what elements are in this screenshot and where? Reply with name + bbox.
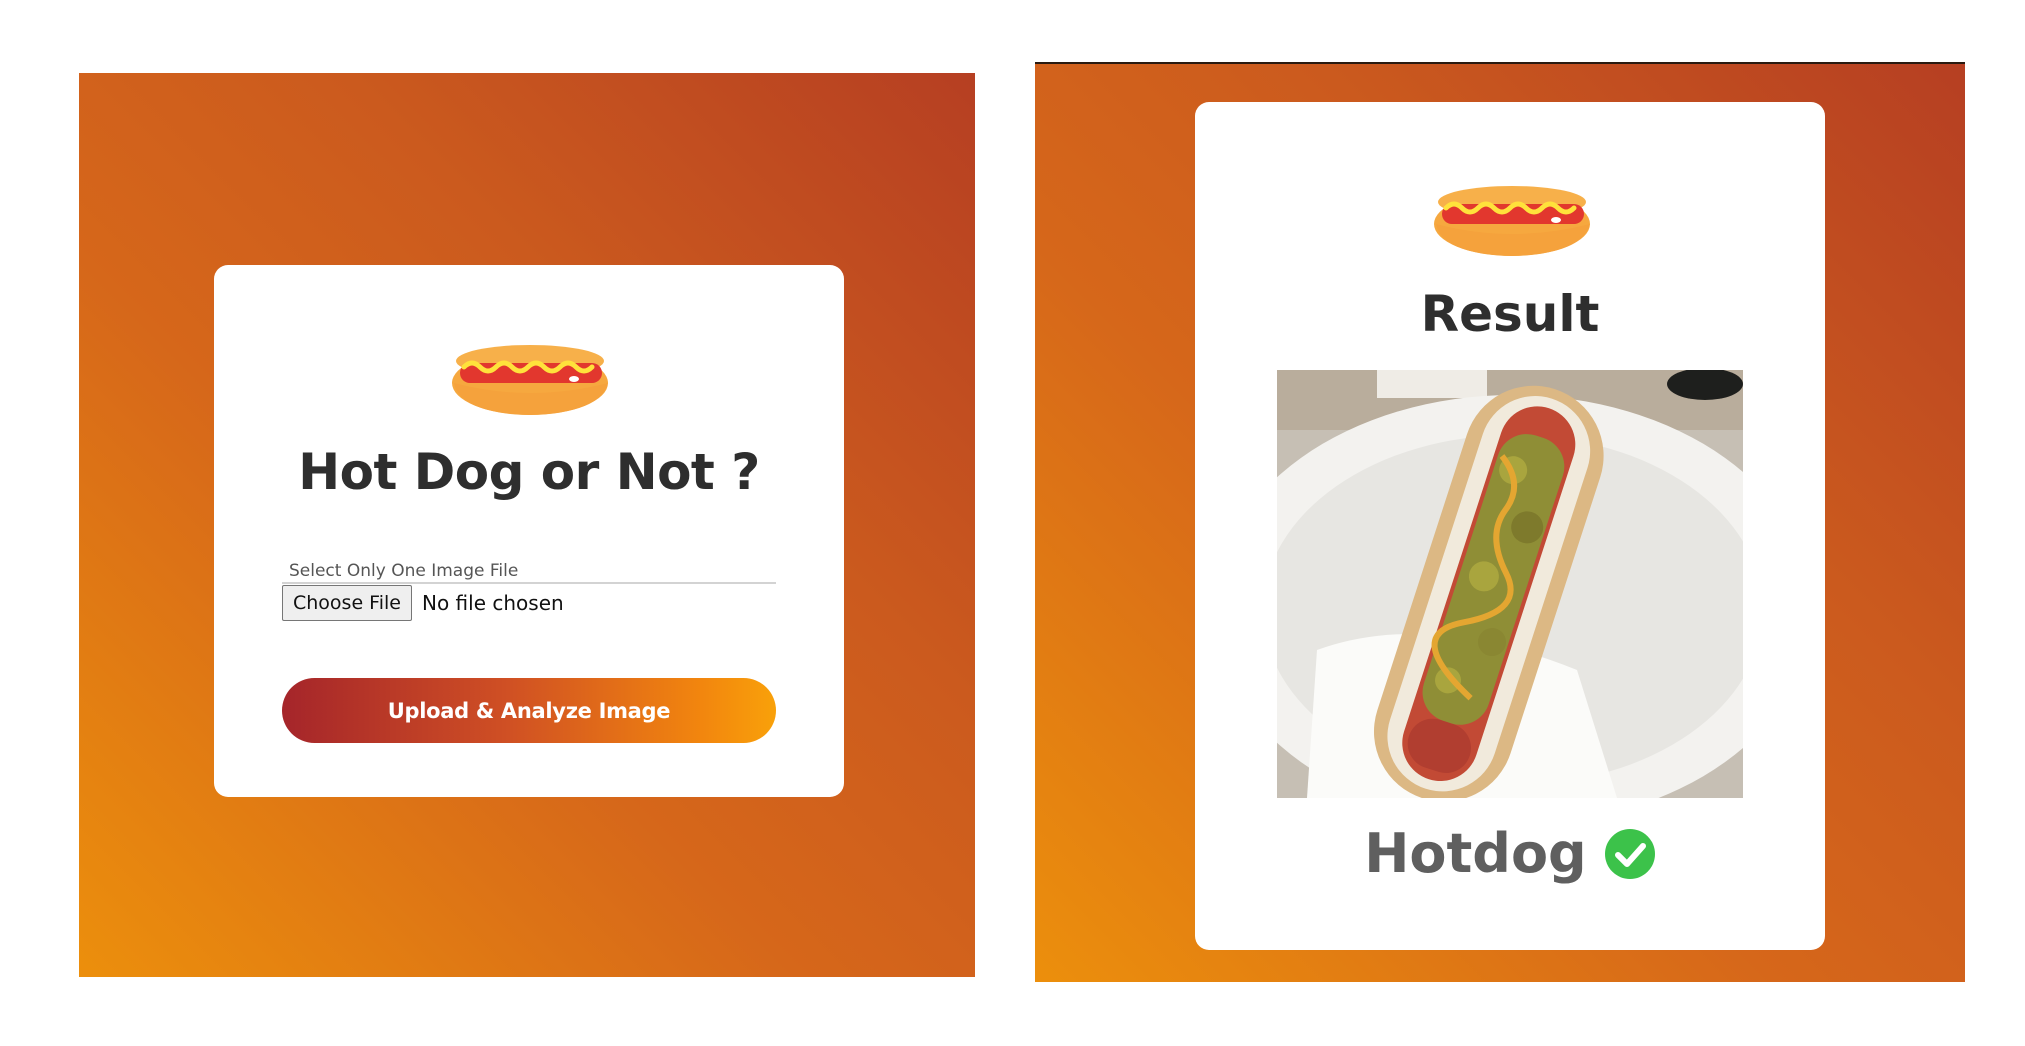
result-title: Result — [1420, 285, 1600, 343]
result-panel: Result Hotdog — [1035, 62, 1965, 982]
upload-card: Hot Dog or Not ? Select Only One Image F… — [214, 265, 844, 797]
file-status-text: No file chosen — [422, 591, 564, 615]
hotdog-icon — [452, 345, 608, 415]
result-card: Result Hotdog — [1195, 102, 1825, 950]
choose-file-button[interactable]: Choose File — [282, 585, 412, 621]
file-input-label: Select Only One Image File — [289, 561, 519, 581]
upload-analyze-button[interactable]: Upload & Analyze Image — [282, 678, 776, 743]
verdict-text: Hotdog — [1364, 822, 1587, 885]
page-title: Hot Dog or Not ? — [298, 443, 760, 501]
result-verdict: Hotdog — [1195, 822, 1825, 885]
check-icon — [1604, 828, 1655, 879]
hotdog-icon — [1434, 186, 1590, 256]
uploaded-hotdog-photo — [1277, 370, 1743, 798]
label-divider — [282, 582, 776, 584]
upload-panel: Hot Dog or Not ? Select Only One Image F… — [79, 73, 975, 977]
